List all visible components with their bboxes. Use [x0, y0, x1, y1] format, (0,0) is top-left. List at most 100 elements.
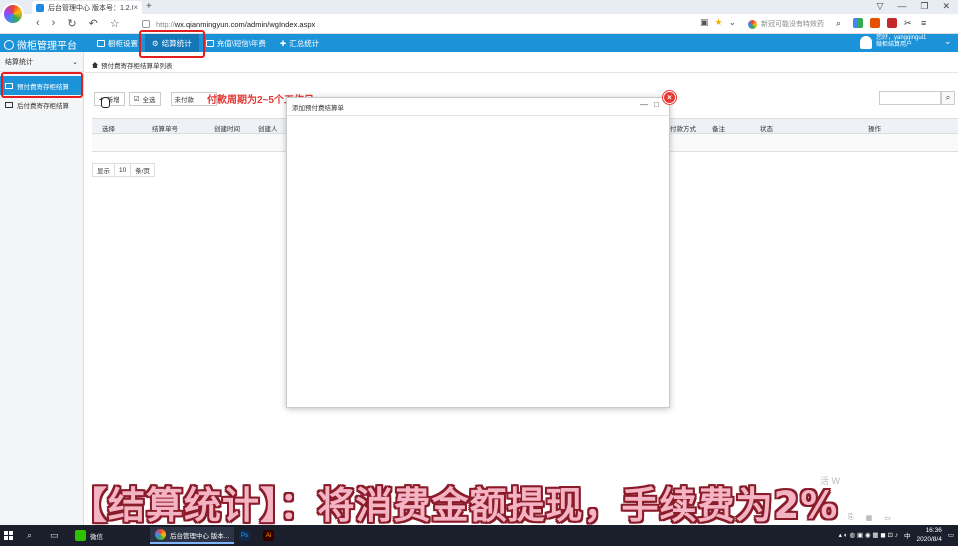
- url-actions: ▣ ★ ⌄: [700, 17, 736, 28]
- taskbar-app-label: 微信: [90, 533, 103, 541]
- dialog-close-icon[interactable]: ×: [663, 91, 676, 104]
- favorite-star-icon[interactable]: ★: [715, 17, 723, 28]
- pager-suffix: 条/页: [130, 163, 156, 177]
- ime-indicator[interactable]: 中: [904, 530, 911, 540]
- photoshop-icon: Ps: [239, 530, 250, 541]
- close-window-icon[interactable]: ✕: [942, 1, 950, 12]
- taskbar-app-wechat[interactable]: 微信: [70, 527, 108, 544]
- more-icon[interactable]: ≡: [921, 18, 931, 28]
- mouse-cursor-icon: [101, 97, 110, 108]
- page-size-control: 显示 10 条/页: [92, 163, 156, 177]
- tray-icons[interactable]: ▴ ◐ ◍ ▣ ◉ ▦ ◼ ⊡ ♪: [839, 531, 898, 539]
- home-icon[interactable]: [92, 62, 98, 68]
- breadcrumb: 预付费寄存柜结算单列表: [92, 60, 173, 70]
- pager-prefix: 显示: [92, 163, 115, 177]
- browser-tab[interactable]: 后台管理中心 版本号：1.2.0 ×: [32, 1, 142, 14]
- nav-label: 汇总统计: [289, 38, 320, 48]
- app-title: 微柜管理平台: [17, 41, 77, 52]
- monitor-icon: [97, 39, 105, 47]
- add-settlement-dialog: 添加预付费结算单 — □: [286, 97, 670, 408]
- reload-icon[interactable]: ↻: [67, 17, 76, 30]
- avatar-icon: [860, 35, 872, 49]
- system-tray: ▴ ◐ ◍ ▣ ◉ ▦ ◼ ⊡ ♪ 中 16:36 2020/8/4 ▭: [839, 526, 954, 544]
- nav-summary-stats[interactable]: ✚ 汇总统计: [273, 34, 326, 52]
- search-placeholder: 新冠可能没有特效药: [761, 21, 824, 28]
- taskbar-app-browser[interactable]: 后台管理中心 版本...: [150, 527, 235, 544]
- minimize-icon[interactable]: —: [897, 1, 906, 12]
- clock[interactable]: 16:36 2020/8/4: [917, 526, 942, 544]
- task-view-icon[interactable]: ▭: [50, 530, 59, 541]
- list-search-input[interactable]: [879, 91, 941, 105]
- taskbar-app-label: 后台管理中心 版本...: [170, 532, 230, 540]
- apps-icon[interactable]: [853, 18, 863, 28]
- sidebar-item-label: 后付费寄存柜结算: [17, 102, 69, 110]
- column-header: 结算单号: [152, 126, 178, 133]
- card-icon: [205, 39, 214, 47]
- search-icon[interactable]: ⌕: [27, 530, 32, 541]
- page-size-value[interactable]: 10: [114, 163, 132, 177]
- forward-icon[interactable]: ›: [52, 17, 56, 30]
- menu-icon[interactable]: ▽: [876, 1, 883, 12]
- nav-cabinet-settings[interactable]: 橱柜设置: [90, 34, 145, 52]
- game-icon[interactable]: [870, 18, 880, 28]
- notification-icon[interactable]: ▭: [948, 531, 954, 539]
- highlight-box-nav: [139, 30, 205, 58]
- column-header: 操作: [868, 126, 881, 133]
- start-icon[interactable]: [4, 531, 13, 540]
- undo-icon[interactable]: ↶: [89, 17, 98, 30]
- dialog-controls: — □: [640, 100, 659, 109]
- window-controls: ▽ — ❐ ✕: [876, 1, 950, 12]
- reader-icon[interactable]: ▣: [700, 17, 709, 28]
- grid-icon: ▦: [865, 515, 873, 522]
- browser-tabbar: 后台管理中心 版本号：1.2.0 × + ▽ — ❐ ✕: [0, 0, 958, 14]
- maximize-icon[interactable]: ❐: [920, 1, 928, 12]
- wechat-icon: [75, 530, 86, 541]
- url-scheme: http://: [156, 19, 175, 29]
- column-header: 备注: [712, 126, 725, 133]
- tab-close-icon[interactable]: ×: [133, 3, 138, 12]
- search-icon: ⌕: [945, 93, 951, 102]
- column-header: 状态: [760, 126, 773, 133]
- sidebar: 结算统计 ⌄ 预付费寄存柜结算 后付费寄存柜结算: [0, 52, 84, 526]
- user-greeting: 您好，yangqingui1: [876, 35, 927, 41]
- tool-icon[interactable]: [887, 18, 897, 28]
- back-icon[interactable]: ‹: [36, 17, 40, 30]
- dialog-header[interactable]: 添加预付费结算单 — □: [287, 98, 669, 116]
- column-header: 创建人: [258, 126, 278, 133]
- extension-icons: ⌕ ✂ ≡: [836, 18, 931, 28]
- user-menu[interactable]: 您好，yangqingui1 微柜结算用户 ⌄: [860, 35, 952, 49]
- select-all-button[interactable]: ☑ 全选: [128, 92, 161, 106]
- browser-icon: [155, 529, 166, 540]
- browser-search-box[interactable]: 新冠可能没有特效药: [748, 17, 832, 31]
- new-tab-button[interactable]: +: [146, 1, 152, 12]
- overlay-icons: ⎘ ▦ ▭: [848, 514, 891, 522]
- sidebar-section-header[interactable]: 结算统计 ⌄: [0, 52, 83, 72]
- clock-time: 16:36: [925, 527, 942, 534]
- url-field[interactable]: http:// wx.qianmingyun.com/admin/wgIndex…: [142, 17, 742, 31]
- taskbar-app-illustrator[interactable]: Ai: [258, 527, 279, 544]
- status-select-value: 未付款: [174, 97, 195, 104]
- breadcrumb-current: 预付费寄存柜结算单列表: [101, 63, 173, 70]
- clock-date: 2020/8/4: [916, 536, 942, 543]
- app-logo-icon: [4, 39, 14, 50]
- puzzle-icon: ✚: [279, 38, 287, 48]
- share-icon: ⎘: [848, 514, 854, 521]
- windows-taskbar: ⌕ ▭ 微信 后台管理中心 版本... Ps Ai ▴ ◐ ◍ ▣ ◉ ▦ ◼ …: [0, 525, 958, 546]
- nav-recharge[interactable]: 充值\短信\年费: [199, 34, 273, 52]
- watermark: 活 W: [820, 476, 840, 486]
- top-nav: 橱柜设置 ⚙ 结算统计 充值\短信\年费 ✚ 汇总统计: [90, 34, 326, 52]
- chevron-down-icon[interactable]: ⌄: [944, 37, 952, 46]
- search-icon[interactable]: ⌕: [836, 18, 846, 28]
- column-header: 选择: [102, 126, 115, 133]
- dialog-title: 添加预付费结算单: [292, 104, 344, 112]
- page-info-icon[interactable]: [142, 20, 150, 28]
- scissors-icon[interactable]: ✂: [904, 18, 914, 28]
- column-header: 付款方式: [670, 126, 696, 133]
- taskbar-app-photoshop[interactable]: Ps: [234, 527, 255, 544]
- dropdown-icon[interactable]: ⌄: [729, 17, 737, 28]
- minimize-icon[interactable]: —: [640, 100, 648, 109]
- folder-icon: [5, 101, 13, 108]
- list-search-button[interactable]: ⌕: [941, 91, 955, 105]
- bookmark-icon[interactable]: ☆: [110, 17, 120, 30]
- maximize-icon[interactable]: □: [654, 100, 659, 109]
